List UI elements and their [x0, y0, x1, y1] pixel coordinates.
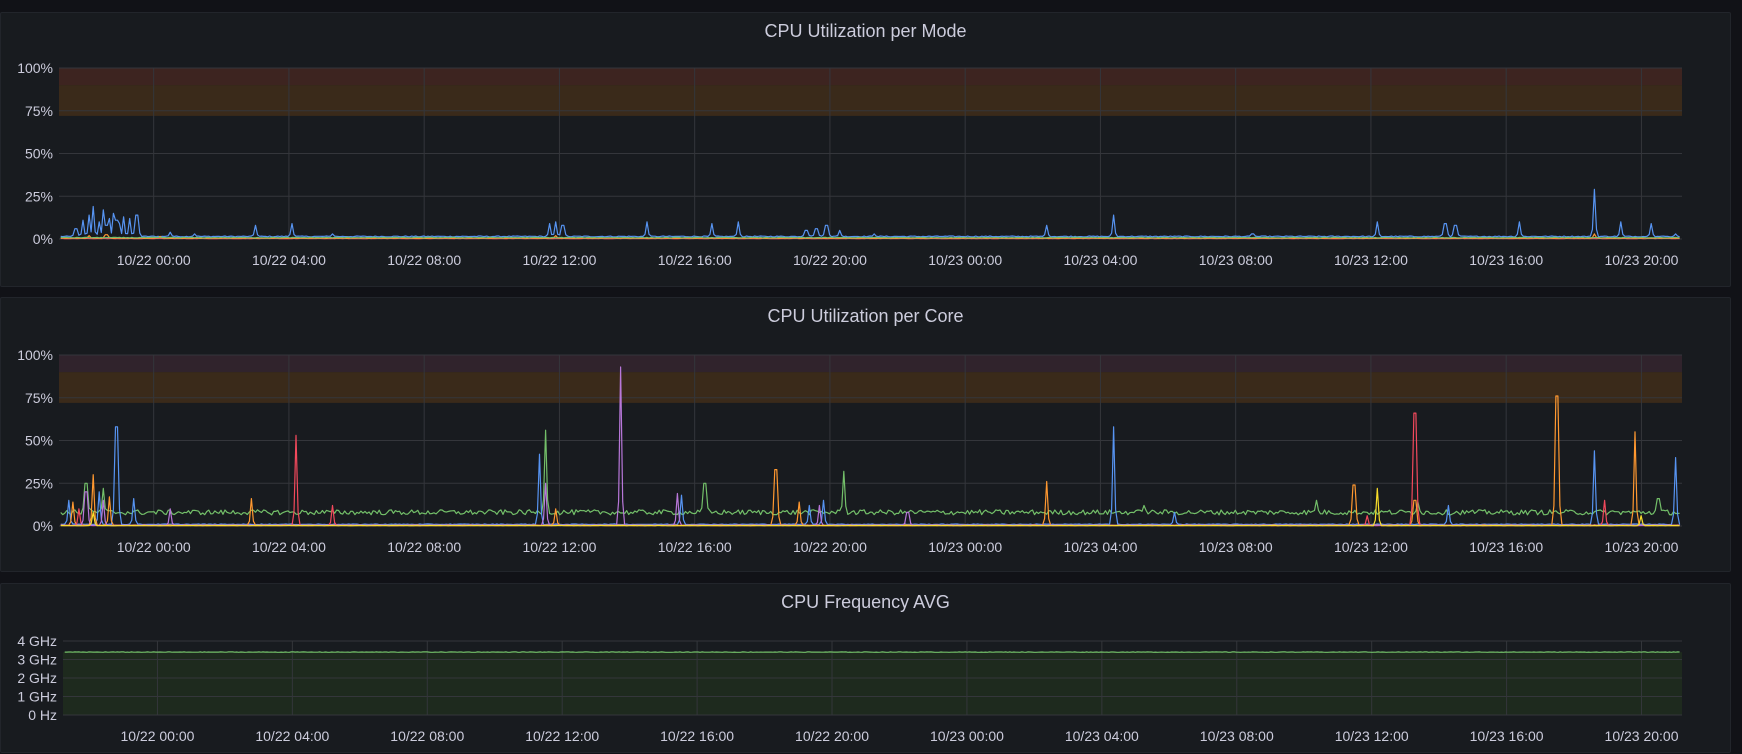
x-tick-label: 10/22 16:00 [658, 539, 732, 555]
x-tick-label: 10/22 08:00 [387, 539, 461, 555]
x-tick-label: 10/23 00:00 [930, 728, 1004, 744]
chart-svg: 100% 75% 50% 25% 0% 10/22 00:00 10/22 04:00 10/… [1, 13, 1732, 288]
x-tick-label: 10/23 12:00 [1334, 539, 1408, 555]
x-tick-label: 10/22 20:00 [795, 728, 869, 744]
x-tick-label: 10/23 20:00 [1605, 728, 1679, 744]
x-tick-label: 10/23 04:00 [1063, 252, 1137, 268]
x-tick-label: 10/23 08:00 [1199, 252, 1273, 268]
y-tick-label: 100% [17, 347, 53, 363]
threshold-band [59, 85, 1682, 116]
x-tick-label: 10/22 12:00 [522, 252, 596, 268]
series-line [61, 396, 1680, 525]
x-tick-label: 10/22 20:00 [793, 252, 867, 268]
series-line [61, 237, 1680, 238]
y-tick-label: 0 Hz [28, 707, 57, 723]
x-tick-label: 10/23 16:00 [1469, 539, 1543, 555]
x-tick-label: 10/23 04:00 [1065, 728, 1139, 744]
y-tick-label: 0% [33, 231, 53, 247]
y-tick-label: 25% [25, 475, 53, 491]
x-tick-label: 10/23 16:00 [1470, 728, 1544, 744]
y-tick-label: 25% [25, 188, 53, 204]
chart-svg: 4 GHz 3 GHz 2 GHz 1 GHz 0 Hz 10/22 00:00 10/22… [1, 584, 1732, 754]
y-tick-label: 0% [33, 518, 53, 534]
y-tick-label: 75% [25, 103, 53, 119]
series-area-fill [63, 652, 1682, 715]
cpu-mode-panel: CPU Utilization per Mode 100%75%50%25%0%… [0, 12, 1731, 287]
x-tick-label: 10/22 00:00 [120, 728, 194, 744]
series-line [61, 430, 1680, 515]
y-tick-label: 4 GHz [17, 633, 57, 649]
x-tick-label: 10/22 20:00 [793, 539, 867, 555]
x-tick-label: 10/22 16:00 [660, 728, 734, 744]
x-tick-label: 10/23 00:00 [928, 539, 1002, 555]
series-line [61, 413, 1680, 525]
x-tick-label: 10/23 08:00 [1199, 539, 1273, 555]
y-tick-label: 50% [25, 433, 53, 449]
chart-svg: 100% 75% 50% 25% 0% 10/22 00:00 10/22 04:00 10/… [1, 298, 1732, 573]
threshold-band [59, 372, 1682, 403]
x-tick-label: 10/22 04:00 [252, 539, 326, 555]
x-tick-label: 10/22 12:00 [525, 728, 599, 744]
series-line [61, 488, 1680, 525]
threshold-band [59, 68, 1682, 85]
cpu-frequency-panel: CPU Frequency AVG 4 GHz3 GHz2 GHz1 GHz0 … [0, 583, 1731, 753]
y-tick-label: 75% [25, 390, 53, 406]
cpu-core-panel: CPU Utilization per Core 100%75%50%25%0%… [0, 297, 1731, 572]
series-line [61, 427, 1680, 525]
y-tick-label: 100% [17, 60, 53, 76]
x-tick-label: 10/23 08:00 [1200, 728, 1274, 744]
y-tick-label: 1 GHz [17, 689, 57, 705]
x-tick-label: 10/22 16:00 [658, 252, 732, 268]
x-tick-label: 10/23 20:00 [1604, 252, 1678, 268]
x-tick-label: 10/22 08:00 [387, 252, 461, 268]
y-tick-label: 2 GHz [17, 670, 57, 686]
x-tick-label: 10/23 12:00 [1335, 728, 1409, 744]
x-tick-label: 10/22 12:00 [522, 539, 596, 555]
x-tick-label: 10/23 16:00 [1469, 252, 1543, 268]
x-tick-label: 10/23 04:00 [1063, 539, 1137, 555]
x-tick-label: 10/23 20:00 [1604, 539, 1678, 555]
x-tick-label: 10/23 12:00 [1334, 252, 1408, 268]
x-tick-label: 10/22 04:00 [255, 728, 329, 744]
y-tick-label: 3 GHz [17, 652, 57, 668]
x-tick-label: 10/22 00:00 [117, 539, 191, 555]
x-tick-label: 10/23 00:00 [928, 252, 1002, 268]
x-tick-label: 10/22 04:00 [252, 252, 326, 268]
y-tick-label: 50% [25, 146, 53, 162]
x-tick-label: 10/22 08:00 [390, 728, 464, 744]
x-tick-label: 10/22 00:00 [117, 252, 191, 268]
threshold-band [59, 355, 1682, 372]
